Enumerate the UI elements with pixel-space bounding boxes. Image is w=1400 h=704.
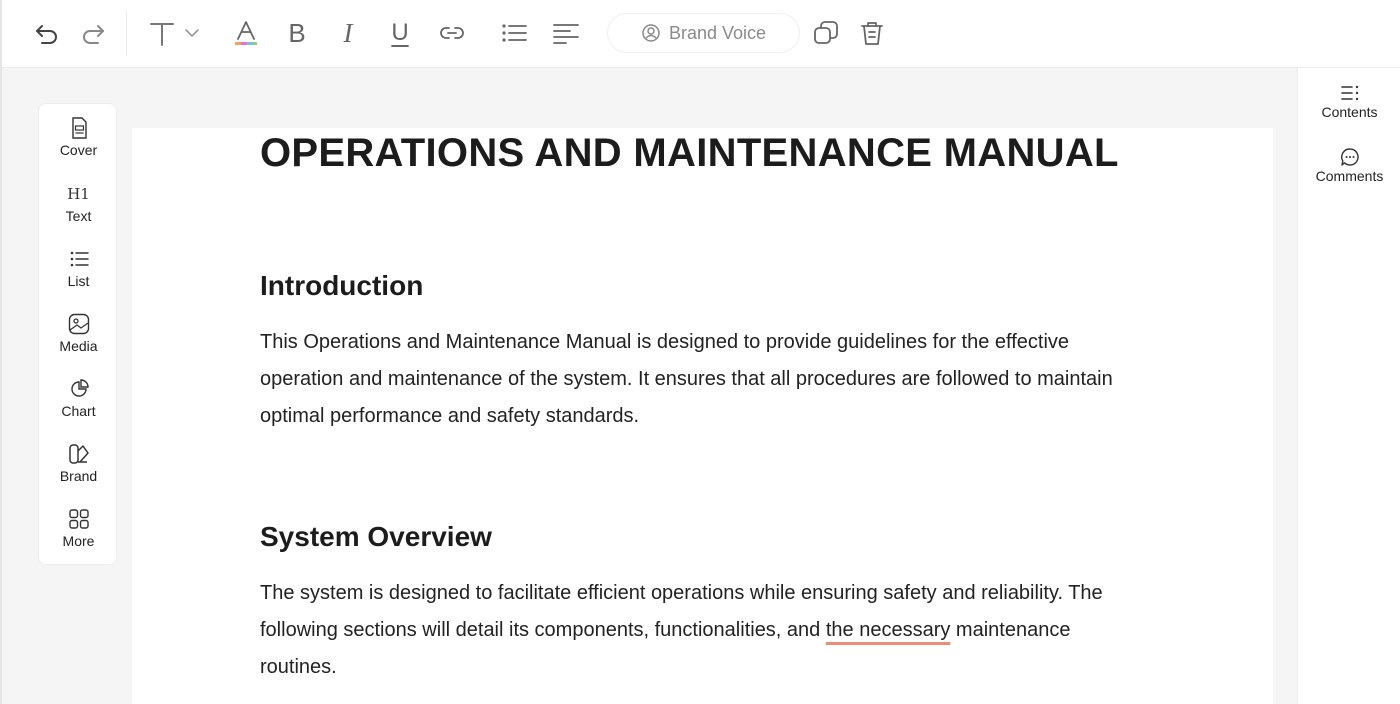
comments-button[interactable]: Comments [1298, 146, 1400, 196]
italic-glyph: I [344, 18, 353, 49]
insert-more-button[interactable]: More [39, 507, 118, 561]
insert-list-button[interactable]: List [39, 247, 118, 301]
brand-voice-label: Brand Voice [669, 23, 766, 44]
insert-cover-label: Cover [60, 142, 97, 158]
insert-panel: Cover H1 Text List Media Chart Brand Mor… [38, 103, 117, 565]
section-body-system-overview[interactable]: The system is designed to facilitate eff… [260, 575, 1110, 686]
heading-glyph: H1 [67, 185, 90, 203]
bullet-list-icon[interactable] [497, 16, 531, 50]
comments-label: Comments [1316, 168, 1384, 184]
font-color-icon[interactable] [229, 16, 263, 50]
insert-list-label: List [68, 273, 90, 289]
bold-glyph: B [288, 18, 305, 49]
contents-button[interactable]: Contents [1298, 82, 1400, 132]
heading-icon: H1 [67, 182, 90, 206]
text-style-icon[interactable] [142, 16, 182, 50]
section-heading-system-overview[interactable]: System Overview [260, 521, 492, 553]
link-icon[interactable] [435, 16, 469, 50]
contents-icon [1340, 82, 1360, 104]
bold-icon[interactable]: B [280, 16, 314, 50]
insert-chart-button[interactable]: Chart [39, 377, 118, 431]
right-panel: Contents Comments [1297, 68, 1400, 704]
insert-media-button[interactable]: Media [39, 312, 118, 366]
insert-text-button[interactable]: H1 Text [39, 182, 118, 236]
toolbar-divider [126, 12, 127, 56]
left-rail [0, 68, 2, 704]
insert-more-label: More [63, 533, 95, 549]
italic-icon[interactable]: I [331, 16, 365, 50]
comments-icon [1340, 146, 1360, 168]
insert-text-label: Text [66, 208, 92, 224]
brand-voice-button[interactable]: Brand Voice [607, 13, 800, 53]
insert-media-label: Media [59, 338, 97, 354]
media-icon [68, 312, 90, 336]
chart-icon [69, 377, 89, 401]
insert-cover-button[interactable]: Cover [39, 116, 118, 170]
document-page: OPERATIONS AND MAINTENANCE MANUAL Introd… [132, 128, 1273, 704]
delete-icon[interactable] [855, 16, 889, 50]
brand-icon [68, 442, 90, 466]
list-icon [69, 247, 89, 271]
spellcheck-flagged-text[interactable]: the necessary [826, 619, 951, 641]
section-body-introduction[interactable]: This Operations and Maintenance Manual i… [260, 324, 1120, 435]
contents-label: Contents [1321, 104, 1377, 120]
redo-icon[interactable] [76, 16, 110, 50]
insert-brand-button[interactable]: Brand [39, 442, 118, 496]
underline-icon[interactable]: U [383, 16, 417, 50]
section-heading-introduction[interactable]: Introduction [260, 270, 423, 302]
insert-chart-label: Chart [61, 403, 95, 419]
editor-toolbar: B I U Brand Voice [0, 0, 1400, 68]
brand-voice-icon [641, 23, 661, 43]
text-style-chevron-down-icon[interactable] [180, 16, 204, 50]
undo-icon[interactable] [30, 16, 64, 50]
document-title[interactable]: OPERATIONS AND MAINTENANCE MANUAL [260, 131, 1119, 176]
align-left-icon[interactable] [549, 16, 583, 50]
more-grid-icon [68, 507, 90, 531]
underline-glyph: U [391, 19, 408, 47]
duplicate-icon[interactable] [809, 16, 843, 50]
insert-brand-label: Brand [60, 468, 97, 484]
cover-icon [70, 116, 88, 140]
